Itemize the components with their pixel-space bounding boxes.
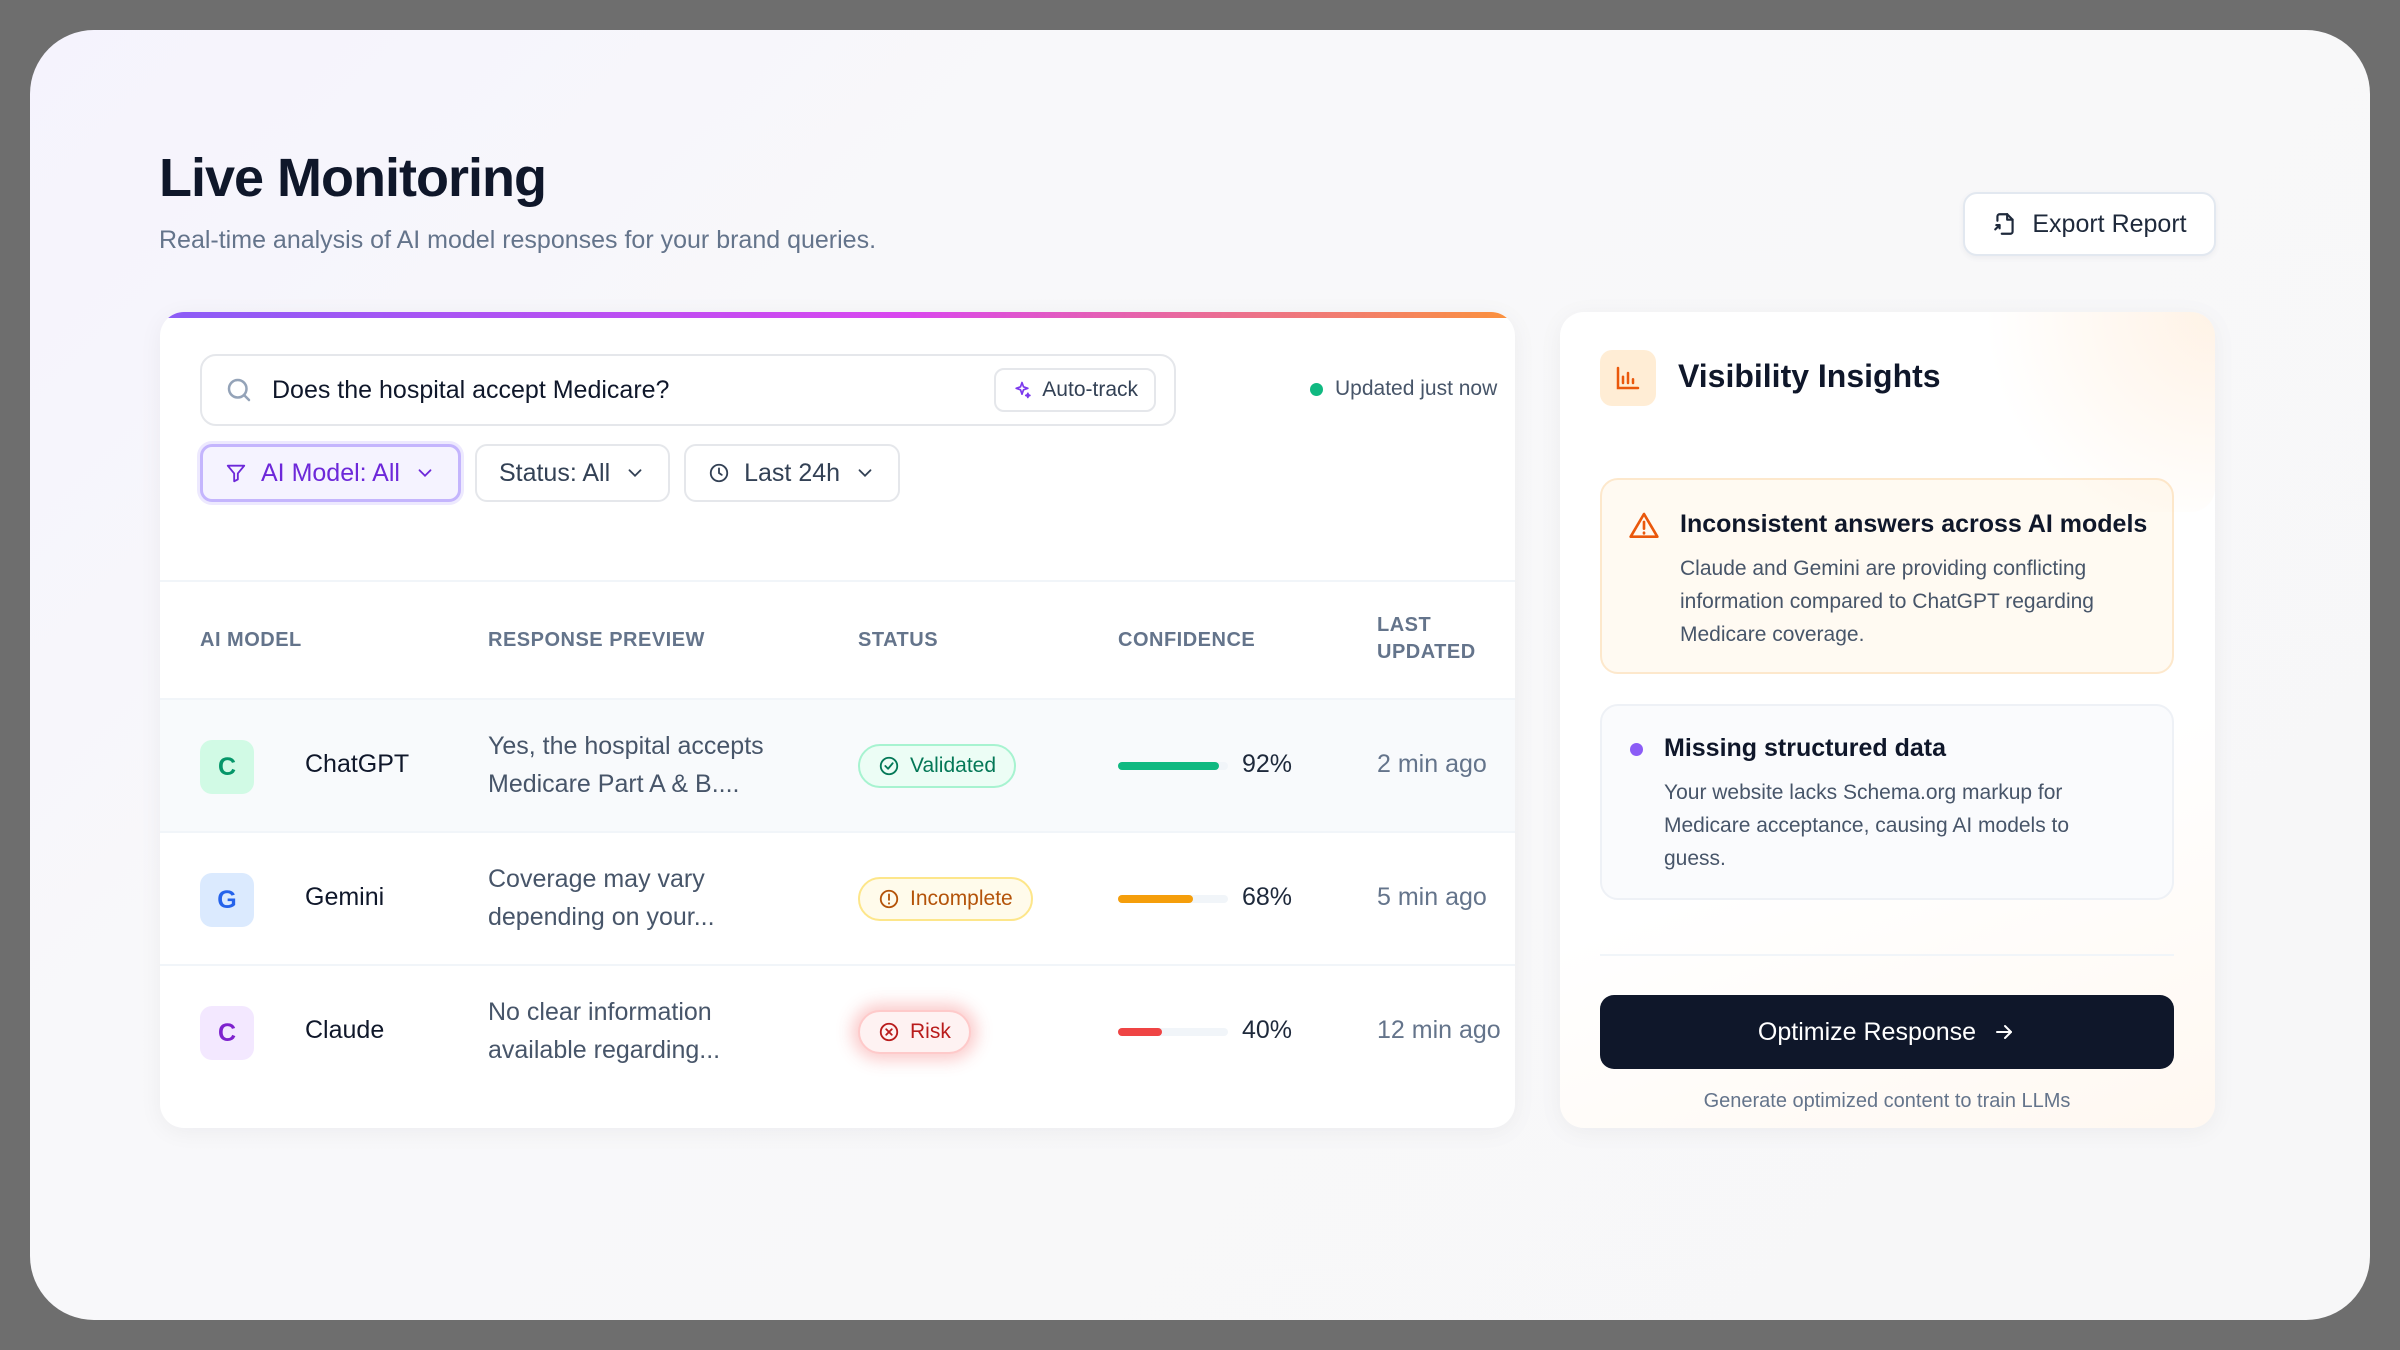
response-preview-line1: Yes, the hospital accepts xyxy=(488,732,764,760)
export-report-label: Export Report xyxy=(2032,209,2187,238)
optimize-response-label: Optimize Response xyxy=(1757,1017,1977,1046)
auto-track-button[interactable]: Auto-track xyxy=(994,368,1156,412)
app-frame: Live Monitoring Real-time analysis of AI… xyxy=(30,30,2370,1320)
response-preview-line2: depending on your... xyxy=(488,903,715,931)
x-circle-icon xyxy=(879,1022,899,1042)
updated-status: Updated just now xyxy=(1310,377,1497,401)
status-badge: Validated xyxy=(858,744,1017,788)
alert-body: Claude and Gemini are providing conflict… xyxy=(1680,552,2150,651)
confidence-bar-fill xyxy=(1118,762,1220,770)
column-header-status: STATUS xyxy=(858,629,939,651)
confidence-value: 68% xyxy=(1242,883,1293,911)
time-range-filter[interactable]: Last 24h xyxy=(684,444,901,502)
warning-triangle-icon xyxy=(1629,512,1659,538)
table-row[interactable]: G Gemini Coverage may vary depending on … xyxy=(160,831,1515,964)
status-filter-label: Status: All xyxy=(498,458,611,487)
alert-body: Your website lacks Schema.org markup for… xyxy=(1664,776,2134,875)
confidence-value: 92% xyxy=(1242,750,1293,778)
search-query[interactable]: Does the hospital accept Medicare? xyxy=(272,376,994,405)
alert-title: Inconsistent answers across AI models xyxy=(1680,510,2148,538)
response-preview-line1: Coverage may vary xyxy=(488,865,705,893)
model-avatar: C xyxy=(200,1006,254,1060)
ai-model-filter[interactable]: AI Model: All xyxy=(200,444,461,502)
gradient-accent-bar xyxy=(160,312,1515,318)
sparkle-icon xyxy=(1015,381,1032,399)
export-file-icon xyxy=(1994,213,2015,235)
chevron-down-icon xyxy=(858,469,872,478)
optimize-hint: Generate optimized content to train LLMs xyxy=(1703,1090,2071,1112)
alert-body-line2: information compared to ChatGPT regardin… xyxy=(1680,590,2094,613)
column-header-updated-line1: LAST xyxy=(1377,614,1432,636)
model-avatar: G xyxy=(200,873,254,927)
insights-title: Visibility Insights xyxy=(1678,358,1941,394)
table-row[interactable]: C ChatGPT Yes, the hospital accepts Medi… xyxy=(160,698,1515,831)
clock-icon xyxy=(709,463,729,483)
page-title: Live Monitoring xyxy=(159,148,547,208)
time-range-filter-label: Last 24h xyxy=(744,458,841,487)
column-header-preview: RESPONSE PREVIEW xyxy=(488,629,705,651)
divider xyxy=(1600,954,2174,956)
status-filter[interactable]: Status: All xyxy=(474,444,671,502)
model-name: ChatGPT xyxy=(305,750,410,778)
filter-bar: AI Model: All Status: All Last 24h xyxy=(200,444,901,502)
optimize-response-button[interactable]: Optimize Response xyxy=(1600,995,2174,1069)
info-dot xyxy=(1630,743,1643,756)
model-avatar: C xyxy=(200,740,254,794)
chevron-down-icon xyxy=(418,469,432,478)
alert-circle-icon xyxy=(879,889,899,909)
page-subtitle: Real-time analysis of AI model responses… xyxy=(159,226,877,254)
column-header-updated-line2: UPDATED xyxy=(1377,641,1476,663)
column-header-confidence: CONFIDENCE xyxy=(1118,629,1256,651)
check-circle-icon xyxy=(879,756,899,776)
response-preview: Yes, the hospital accepts Medicare Part … xyxy=(488,727,818,803)
confidence-value: 40% xyxy=(1242,1016,1293,1044)
alert-body-line1: Claude and Gemini are providing conflict… xyxy=(1680,557,2087,580)
search-icon xyxy=(227,378,251,402)
status-badge: Risk xyxy=(858,1010,971,1054)
status-badge-label: Validated xyxy=(910,754,997,777)
confidence-bar-fill xyxy=(1118,895,1193,903)
alert-body-line3: guess. xyxy=(1664,847,1726,870)
alert-title: Missing structured data xyxy=(1664,734,1946,762)
ai-model-filter-label: AI Model: All xyxy=(261,458,400,487)
inconsistent-answers-alert[interactable]: Inconsistent answers across AI models Cl… xyxy=(1600,478,2174,674)
insights-icon-badge xyxy=(1600,350,1656,406)
last-updated: 12 min ago xyxy=(1377,1016,1501,1044)
search-input[interactable]: Does the hospital accept Medicare? Auto-… xyxy=(200,354,1176,426)
confidence-bar xyxy=(1118,1028,1228,1036)
live-indicator-dot xyxy=(1310,382,1323,396)
missing-structured-data-alert[interactable]: Missing structured data Your website lac… xyxy=(1600,704,2174,900)
response-preview-line1: No clear information xyxy=(488,998,712,1026)
alert-body-line1: Your website lacks Schema.org markup for xyxy=(1664,781,2063,804)
response-preview-line2: Medicare Part A & B.... xyxy=(488,770,740,798)
model-name: Gemini xyxy=(305,883,385,911)
chevron-down-icon xyxy=(628,469,642,478)
last-updated: 2 min ago xyxy=(1377,750,1487,778)
column-header-updated: LAST UPDATED xyxy=(1377,612,1476,666)
response-preview: Coverage may vary depending on your... xyxy=(488,860,818,936)
table-row[interactable]: C Claude No clear information available … xyxy=(160,964,1515,1097)
insights-card: Visibility Insights Inconsistent answers… xyxy=(1560,312,2215,1128)
auto-track-label: Auto-track xyxy=(1042,378,1138,401)
confidence-bar xyxy=(1118,762,1228,770)
funnel-icon xyxy=(226,464,246,483)
arrow-right-icon xyxy=(1996,1025,2013,1039)
last-updated: 5 min ago xyxy=(1377,883,1487,911)
response-preview-line2: available regarding... xyxy=(488,1036,721,1064)
bar-chart-icon xyxy=(1616,366,1640,390)
model-name: Claude xyxy=(305,1016,385,1044)
column-header-model: AI MODEL xyxy=(200,629,302,651)
response-preview: No clear information available regarding… xyxy=(488,993,818,1069)
table-header: AI MODEL RESPONSE PREVIEW STATUS CONFIDE… xyxy=(160,580,1515,698)
alert-body-line3: Medicare coverage. xyxy=(1680,623,1865,646)
updated-label: Updated just now xyxy=(1335,377,1498,400)
status-badge-label: Risk xyxy=(910,1020,951,1043)
export-report-button[interactable]: Export Report xyxy=(1963,192,2216,256)
confidence-bar xyxy=(1118,895,1228,903)
monitoring-card: Does the hospital accept Medicare? Auto-… xyxy=(160,312,1515,1128)
status-badge: Incomplete xyxy=(858,877,1033,921)
confidence-bar-fill xyxy=(1118,1028,1162,1036)
alert-body-line2: Medicare acceptance, causing AI models t… xyxy=(1664,814,2070,837)
status-badge-label: Incomplete xyxy=(910,887,1013,910)
